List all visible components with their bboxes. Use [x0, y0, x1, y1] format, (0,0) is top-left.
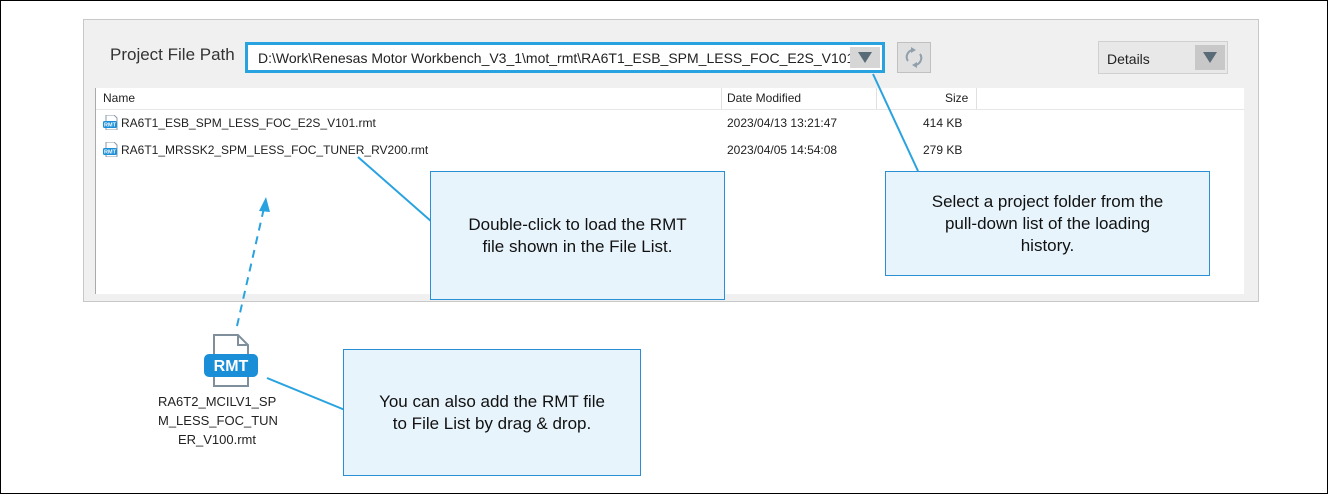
rmt-file-icon: RMT	[103, 115, 118, 130]
file-name: RA6T1_ESB_SPM_LESS_FOC_E2S_V101.rmt	[121, 116, 376, 130]
project-file-path-dropdown[interactable]: D:\Work\Renesas Motor Workbench_V3_1\mot…	[245, 42, 885, 73]
callout-line: Select a project folder from the	[931, 191, 1164, 211]
callout-line: Double-click to load the RMT	[468, 214, 687, 234]
file-size: 414 KB	[923, 116, 963, 130]
refresh-button[interactable]	[897, 42, 931, 73]
file-list-row[interactable]: RMT RA6T1_ESB_SPM_LESS_FOC_E2S_V101.rmt …	[96, 113, 1096, 135]
path-dropdown-button[interactable]	[850, 47, 880, 68]
svg-text:RMT: RMT	[104, 150, 117, 156]
drag-file-name-line: RA6T2_MCILV1_SP	[158, 394, 277, 409]
drag-file-name: RA6T2_MCILV1_SP M_LESS_FOC_TUN ER_V100.r…	[158, 392, 278, 449]
callout-line: file shown in the File List.	[482, 236, 673, 256]
view-mode-dropdown-button[interactable]	[1195, 45, 1225, 70]
callout-double-click-load: Double-click to load the RMT file shown …	[430, 171, 725, 300]
chevron-down-icon	[1203, 52, 1217, 63]
file-size: 279 KB	[923, 143, 963, 157]
column-header-name[interactable]: Name	[103, 91, 135, 105]
file-date: 2023/04/13 13:21:47	[727, 116, 838, 130]
rmt-file-icon: RMT	[103, 142, 118, 157]
callout-line: You can also add the RMT file	[379, 391, 605, 411]
view-mode-value: Details	[1107, 51, 1150, 67]
drag-file-name-line: M_LESS_FOC_TUN	[158, 413, 278, 428]
rmt-file-icon: RMT	[204, 334, 258, 387]
callout-line: history.	[1020, 235, 1075, 255]
project-file-path-value: D:\Work\Renesas Motor Workbench_V3_1\mot…	[258, 50, 855, 66]
callout-drag-drop: You can also add the RMT file to File Li…	[343, 349, 641, 476]
file-name: RA6T1_MRSSK2_SPM_LESS_FOC_TUNER_RV200.rm…	[121, 143, 429, 157]
view-mode-dropdown[interactable]: Details	[1098, 41, 1228, 74]
callout-line: pull-down list of the loading	[944, 213, 1151, 233]
callout-select-folder: Select a project folder from the pull-do…	[885, 171, 1210, 276]
column-header-size[interactable]: Size	[945, 91, 968, 105]
file-list-row[interactable]: RMT RA6T1_MRSSK2_SPM_LESS_FOC_TUNER_RV20…	[96, 140, 1096, 162]
svg-text:RMT: RMT	[104, 123, 117, 129]
file-date: 2023/04/05 14:54:08	[727, 143, 838, 157]
project-file-path-label: Project File Path	[110, 45, 235, 64]
rmt-badge-text: RMT	[214, 358, 249, 375]
chevron-down-icon	[858, 52, 872, 63]
drag-file-name-line: ER_V100.rmt	[177, 432, 257, 447]
column-divider[interactable]	[876, 88, 877, 109]
column-header-date[interactable]: Date Modified	[727, 91, 801, 105]
column-divider[interactable]	[721, 88, 722, 109]
refresh-icon	[905, 47, 923, 68]
file-list-header: Name Date Modified Size	[96, 88, 1244, 110]
callout-line: to File List by drag & drop.	[392, 413, 592, 433]
column-divider[interactable]	[976, 88, 977, 109]
